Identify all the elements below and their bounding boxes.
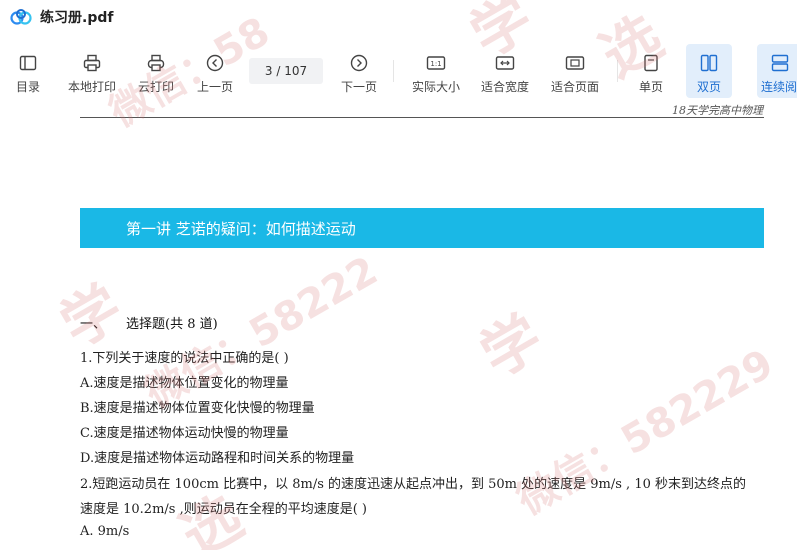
toolbar-divider xyxy=(617,60,618,82)
local-print-button[interactable]: 本地打印 xyxy=(64,44,120,98)
toolbar: 目录 本地打印 云打印 上一页 下一页 1:1 实际大小 适合宽度 适合页面 单… xyxy=(0,44,797,98)
toc-button[interactable]: 目录 xyxy=(8,44,48,98)
fit-width-button[interactable]: 适合宽度 xyxy=(478,44,532,98)
chevron-right-icon xyxy=(349,53,369,73)
prev-page-label: 上一页 xyxy=(196,80,233,94)
question-line: 1.下列关于速度的说法中正确的是( ) xyxy=(80,351,289,366)
actual-size-label: 实际大小 xyxy=(411,80,460,94)
toc-label: 目录 xyxy=(15,80,40,94)
single-page-button[interactable]: 单页 xyxy=(634,44,668,98)
running-header: 18天学完高中物理 xyxy=(672,104,763,117)
fit-width-icon xyxy=(495,53,515,73)
title-bar: 练习册.pdf xyxy=(0,0,797,34)
page-number-input[interactable]: 3 / 107 xyxy=(249,58,323,84)
chevron-left-icon xyxy=(205,53,225,73)
fit-page-icon xyxy=(565,53,585,73)
option-line: D.速度是描述物体运动路程和时间关系的物理量 xyxy=(80,451,355,466)
toolbar-divider xyxy=(393,60,394,82)
single-page-label: 单页 xyxy=(638,80,663,94)
actual-size-button[interactable]: 1:1 实际大小 xyxy=(409,44,463,98)
single-page-icon xyxy=(641,53,661,73)
question-line: 速度是 10.2m/s ,则运动员在全程的平均速度是( ) xyxy=(80,502,367,517)
cloud-print-button[interactable]: 云打印 xyxy=(134,44,178,98)
file-title: 练习册.pdf xyxy=(40,10,114,26)
lecture-banner: 第一讲 芝诺的疑问：如何描述运动 xyxy=(80,208,764,248)
pdf-page[interactable]: 18天学完高中物理 第一讲 芝诺的疑问：如何描述运动 一、 选择题(共 8 道) … xyxy=(0,98,797,550)
double-page-icon xyxy=(699,53,719,73)
option-line: A.速度是描述物体位置变化的物理量 xyxy=(80,376,289,391)
next-page-label: 下一页 xyxy=(340,80,377,94)
continuous-read-label: 连续阅 xyxy=(761,80,797,94)
option-line: C.速度是描述物体运动快慢的物理量 xyxy=(80,426,289,441)
svg-text:1:1: 1:1 xyxy=(430,60,441,68)
section-heading: 一、 选择题(共 8 道) xyxy=(80,313,218,332)
prev-page-button[interactable]: 上一页 xyxy=(193,44,237,98)
question-line: 2.短跑运动员在 100cm 比赛中，以 8m/s 的速度迅速从起点冲出，到 5… xyxy=(80,477,746,492)
section-number: 一、 xyxy=(80,317,107,332)
option-line: A. 9m/s xyxy=(80,524,130,539)
section-title: 选择题(共 8 道) xyxy=(126,317,218,332)
toc-icon xyxy=(18,53,38,73)
fit-width-label: 适合宽度 xyxy=(480,80,529,94)
continuous-read-icon xyxy=(770,53,790,73)
actual-size-icon: 1:1 xyxy=(426,53,446,73)
cloud-logo-icon xyxy=(10,9,32,25)
next-page-button[interactable]: 下一页 xyxy=(337,44,381,98)
continuous-read-button[interactable]: 连续阅 xyxy=(757,44,797,98)
cloud-printer-icon xyxy=(146,53,166,73)
fit-page-button[interactable]: 适合页面 xyxy=(548,44,602,98)
cloud-print-label: 云打印 xyxy=(137,80,174,94)
header-rule xyxy=(80,117,764,118)
fit-page-label: 适合页面 xyxy=(550,80,599,94)
double-page-label: 双页 xyxy=(696,80,721,94)
option-line: B.速度是描述物体位置变化快慢的物理量 xyxy=(80,401,315,416)
lecture-title: 第一讲 芝诺的疑问：如何描述运动 xyxy=(126,220,356,238)
double-page-button[interactable]: 双页 xyxy=(686,44,732,98)
local-print-label: 本地打印 xyxy=(67,80,116,94)
printer-icon xyxy=(82,53,102,73)
